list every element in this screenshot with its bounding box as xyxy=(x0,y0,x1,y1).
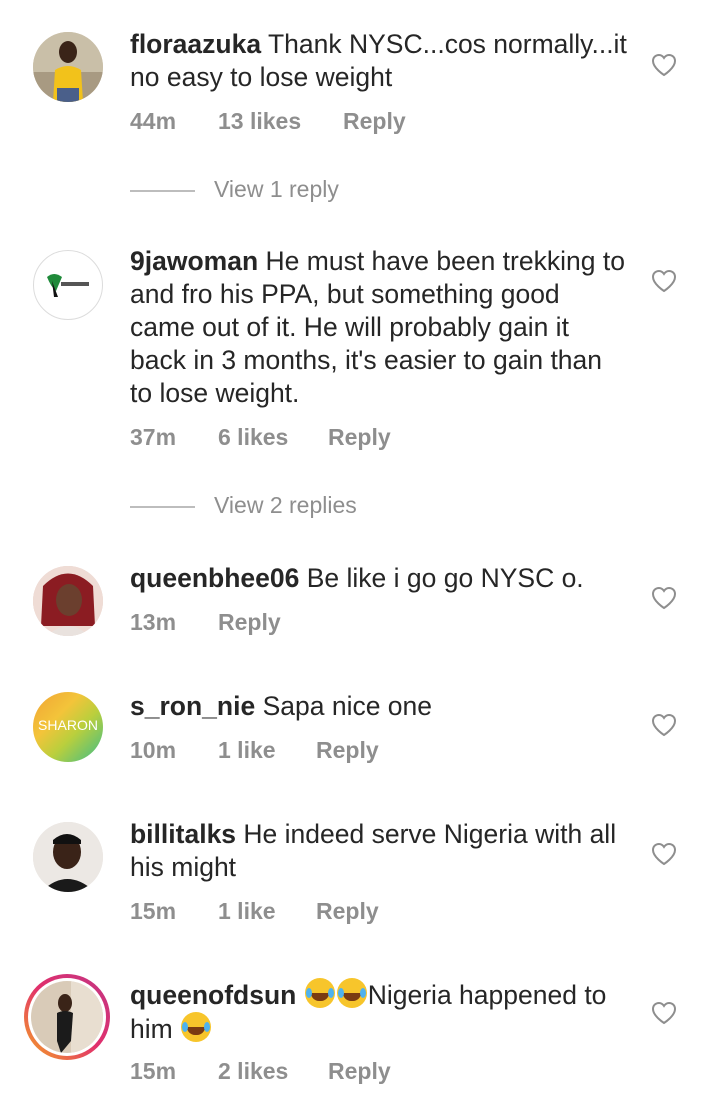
avatar[interactable] xyxy=(33,32,103,102)
timestamp: 13m xyxy=(130,609,177,635)
username[interactable]: queenofdsun xyxy=(130,980,296,1010)
comment-meta: 15m 1 like Reply xyxy=(130,898,379,925)
timestamp: 15m xyxy=(130,898,177,924)
tears-of-joy-emoji-icon xyxy=(304,978,335,1008)
reply-button[interactable]: Reply xyxy=(316,898,379,925)
timestamp: 10m xyxy=(130,737,177,763)
reply-button[interactable]: Reply xyxy=(343,108,406,135)
heart-icon[interactable] xyxy=(651,586,677,610)
view-replies-label[interactable]: View 2 replies xyxy=(214,492,357,519)
reply-button[interactable]: Reply xyxy=(328,1058,391,1085)
reply-button[interactable]: Reply xyxy=(218,609,281,636)
view-replies-button[interactable]: View 1 reply xyxy=(130,176,530,206)
tears-of-joy-emoji-icon xyxy=(181,1012,212,1042)
view-replies-label[interactable]: View 1 reply xyxy=(214,176,339,203)
comment-meta: 10m 1 like Reply xyxy=(130,737,379,764)
likes-count[interactable]: 6 likes xyxy=(218,424,328,451)
username[interactable]: s_ron_nie xyxy=(130,691,255,721)
avatar[interactable]: SHARON xyxy=(33,692,103,762)
comment-meta: 37m 6 likes Reply xyxy=(130,424,391,451)
tears-of-joy-emoji-icon xyxy=(336,978,367,1008)
comment-meta: 15m 2 likes Reply xyxy=(130,1058,391,1085)
likes-count[interactable]: 1 like xyxy=(218,898,316,925)
avatar[interactable] xyxy=(33,566,103,636)
comment-meta: 13m Reply xyxy=(130,609,281,636)
reply-button[interactable]: Reply xyxy=(316,737,379,764)
likes-count[interactable]: 13 likes xyxy=(218,108,343,135)
heart-icon[interactable] xyxy=(651,53,677,77)
heart-icon[interactable] xyxy=(651,842,677,866)
view-replies-button[interactable]: View 2 replies xyxy=(130,492,530,522)
divider xyxy=(130,506,195,508)
comment-text: 9jawoman He must have been trekking to a… xyxy=(130,245,630,410)
comment-text: s_ron_nie Sapa nice one xyxy=(130,690,630,723)
likes-count[interactable]: 2 likes xyxy=(218,1058,328,1085)
comment-text: floraazuka Thank NYSC...cos normally...i… xyxy=(130,28,630,94)
comment-body: Sapa nice one xyxy=(262,691,433,721)
comment-text: queenofdsun Nigeria happened to him xyxy=(130,978,630,1046)
comment-text: billitalks He indeed serve Nigeria with … xyxy=(130,818,630,884)
reply-button[interactable]: Reply xyxy=(328,424,391,451)
avatar-inner xyxy=(28,978,106,1056)
avatar-text: SHARON xyxy=(38,717,98,733)
timestamp: 15m xyxy=(130,1058,177,1084)
username[interactable]: billitalks xyxy=(130,819,236,849)
comment-text: queenbhee06 Be like i go go NYSC o. xyxy=(130,562,630,595)
avatar[interactable] xyxy=(33,250,103,320)
heart-icon[interactable] xyxy=(651,713,677,737)
heart-icon[interactable] xyxy=(651,269,677,293)
avatar-story-ring[interactable] xyxy=(24,974,110,1060)
timestamp: 37m xyxy=(130,424,177,450)
avatar[interactable] xyxy=(33,822,103,892)
comment-meta: 44m 13 likes Reply xyxy=(130,108,406,135)
heart-icon[interactable] xyxy=(651,1001,677,1025)
username[interactable]: 9jawoman xyxy=(130,246,258,276)
timestamp: 44m xyxy=(130,108,177,134)
username[interactable]: queenbhee06 xyxy=(130,563,299,593)
username[interactable]: floraazuka xyxy=(130,29,261,59)
likes-count[interactable]: 1 like xyxy=(218,737,316,764)
divider xyxy=(130,190,195,192)
comment-body: Be like i go go NYSC o. xyxy=(306,563,584,593)
